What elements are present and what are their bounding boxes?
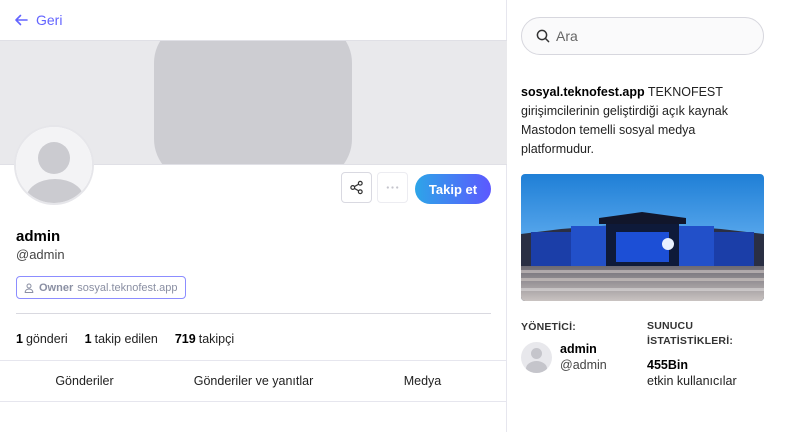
stat-posts[interactable]: 1 gönderi xyxy=(16,332,68,346)
share-button[interactable] xyxy=(341,172,372,203)
tab-posts[interactable]: Gönderiler xyxy=(0,361,169,401)
divider xyxy=(16,313,491,314)
sidebar-column: sosyal.teknofest.app TEKNOFEST girişimci… xyxy=(508,0,808,432)
tab-posts-and-replies[interactable]: Gönderiler ve yanıtlar xyxy=(169,361,338,401)
back-button[interactable]: Geri xyxy=(0,0,507,40)
tab-media[interactable]: Medya xyxy=(338,361,507,401)
stat-following[interactable]: 1 takip edilen xyxy=(85,332,158,346)
share-icon xyxy=(350,180,363,195)
header-placeholder-shape xyxy=(154,41,352,164)
profile-handle: @admin xyxy=(16,247,65,262)
event-stage-image xyxy=(521,174,764,301)
server-hero-image xyxy=(521,174,764,301)
search-input[interactable] xyxy=(556,28,746,44)
admin-handle: @admin xyxy=(560,358,607,372)
server-domain: sosyal.teknofest.app xyxy=(521,85,645,99)
admin-name[interactable]: admin xyxy=(560,342,597,356)
search-box[interactable] xyxy=(521,17,764,55)
admin-section-title: YÖNETİCİ: xyxy=(521,321,576,333)
active-users-count: 455Bin xyxy=(647,358,688,372)
profile-column: Geri Takip et admin @admin Owner sosyal.… xyxy=(0,0,507,432)
follow-button[interactable]: Takip et xyxy=(415,174,491,204)
user-icon xyxy=(24,283,34,293)
profile-stats: 1 gönderi 1 takip edilen 719 takipçi xyxy=(16,332,234,346)
admin-avatar[interactable] xyxy=(521,342,552,373)
more-options-button[interactable] xyxy=(377,172,408,203)
profile-tabs: Gönderiler Gönderiler ve yanıtlar Medya xyxy=(0,360,507,402)
search-icon xyxy=(536,29,550,43)
profile-avatar[interactable] xyxy=(14,125,94,205)
role-badge: Owner sosyal.teknofest.app xyxy=(16,276,186,299)
server-about: sosyal.teknofest.app TEKNOFEST girişimci… xyxy=(521,83,761,159)
server-stats-title: SUNUCU İSTATİSTİKLERİ: xyxy=(647,320,734,347)
back-label: Geri xyxy=(36,12,63,28)
active-users-label: etkin kullanıcılar xyxy=(647,374,737,388)
profile-display-name: admin xyxy=(16,228,61,245)
role-name: Owner xyxy=(39,281,74,294)
role-domain: sosyal.teknofest.app xyxy=(77,281,178,294)
arrow-left-icon xyxy=(15,14,28,26)
ellipsis-icon xyxy=(386,186,399,189)
stat-followers[interactable]: 719 takipçi xyxy=(175,332,234,346)
